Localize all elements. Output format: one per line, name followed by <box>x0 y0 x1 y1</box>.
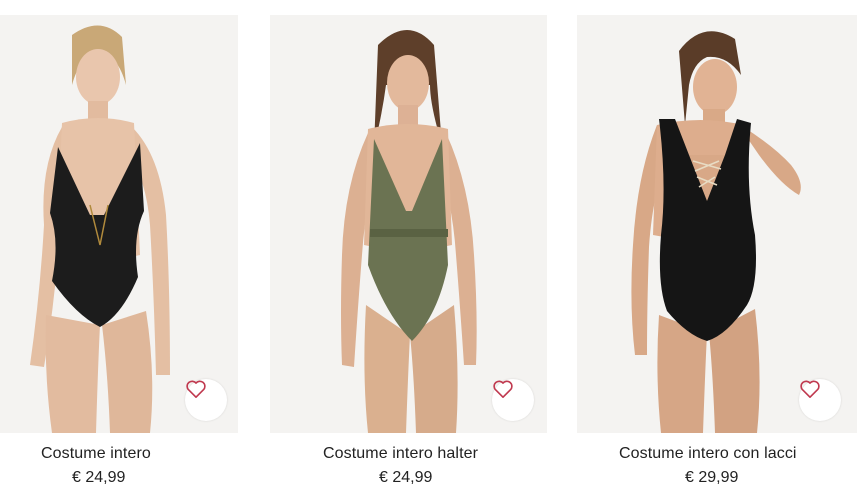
product-card[interactable]: Costume intero € 24,99 <box>0 15 278 486</box>
favorite-button[interactable] <box>185 379 227 421</box>
model-figure <box>341 30 477 433</box>
product-grid: Costume intero € 24,99 Costume intero ha… <box>0 0 868 489</box>
product-price: € 24,99 <box>72 469 126 486</box>
heart-outline-icon <box>186 380 206 398</box>
favorite-button[interactable] <box>492 379 534 421</box>
product-name[interactable]: Costume intero <box>41 445 151 463</box>
product-price: € 24,99 <box>379 469 433 486</box>
heart-outline-icon <box>800 380 820 398</box>
product-image[interactable] <box>577 15 857 433</box>
model-figure <box>631 31 801 433</box>
favorite-button[interactable] <box>799 379 841 421</box>
model-figure <box>30 25 170 433</box>
product-card[interactable]: Costume intero con lacci € 29,99 <box>577 15 857 486</box>
product-image[interactable] <box>0 15 238 433</box>
product-name[interactable]: Costume intero halter <box>323 445 478 463</box>
product-card[interactable]: Costume intero halter € 24,99 <box>270 15 548 486</box>
heart-outline-icon <box>493 380 513 398</box>
product-price: € 29,99 <box>685 469 739 486</box>
product-image[interactable] <box>270 15 547 433</box>
product-name[interactable]: Costume intero con lacci <box>619 445 797 463</box>
